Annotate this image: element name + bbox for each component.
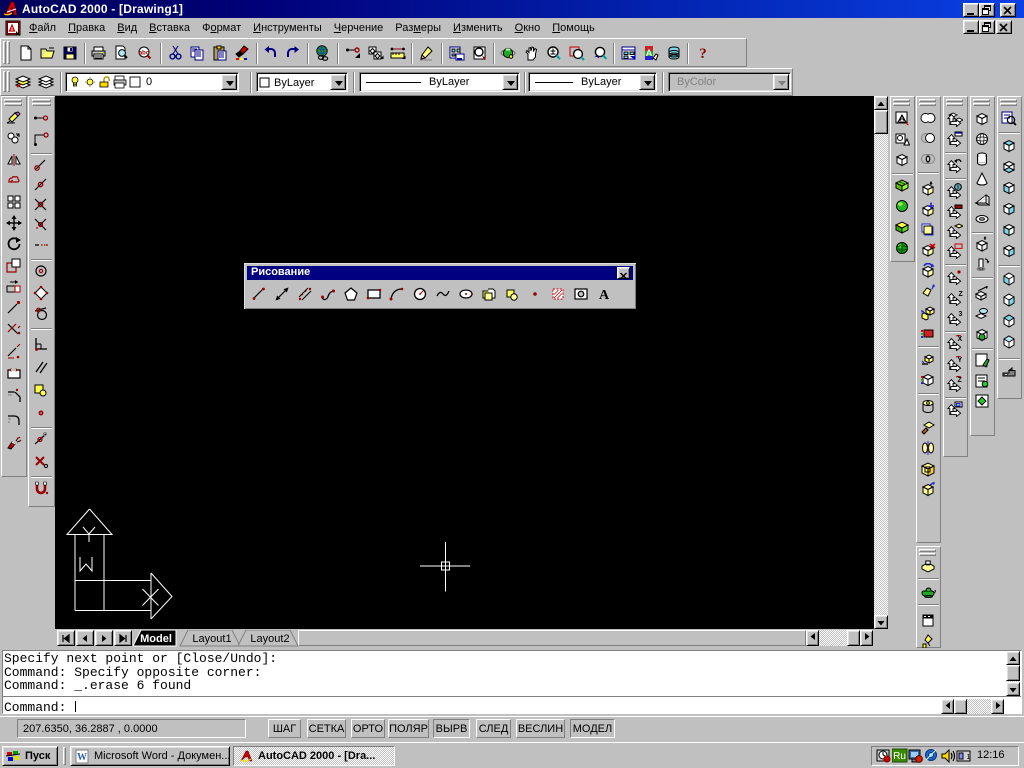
- svg-text:Y: Y: [958, 357, 963, 364]
- svg-text:Layout2: Layout2: [250, 633, 289, 645]
- svg-text:X: X: [958, 336, 963, 343]
- svg-text:A: A: [646, 48, 653, 58]
- svg-text:?: ?: [699, 46, 707, 61]
- svg-text:Layout1: Layout1: [192, 633, 231, 645]
- svg-text:Z: Z: [959, 291, 964, 298]
- svg-text:Model: Model: [140, 633, 172, 645]
- svg-text:1: 1: [967, 754, 971, 761]
- svg-text:Z: Z: [958, 377, 963, 384]
- svg-text:W: W: [77, 752, 87, 763]
- svg-text:A: A: [599, 288, 610, 302]
- svg-text:3: 3: [959, 311, 963, 318]
- svg-text:A: A: [899, 114, 905, 123]
- svg-text:Ru: Ru: [893, 751, 906, 762]
